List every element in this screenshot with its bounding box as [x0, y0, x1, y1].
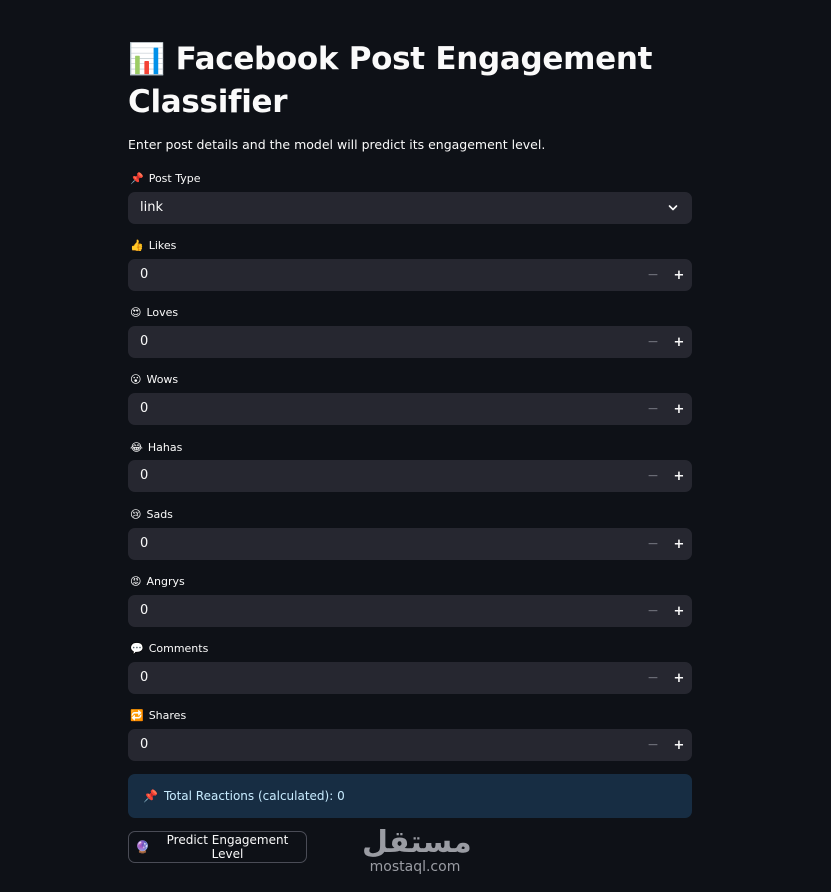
angrys-decrement-button[interactable]: −	[640, 595, 666, 627]
hahas-label-text: Hahas	[147, 441, 183, 454]
angry-face-icon: 😡	[130, 575, 142, 588]
bar-chart-icon: 📊	[128, 42, 166, 77]
post-type-label-text: Post Type	[148, 172, 201, 185]
hahas-label: 😂 Hahas	[130, 441, 182, 454]
loves-label: 😍 Loves	[130, 306, 178, 319]
shares-value: 0	[140, 737, 149, 752]
surprised-face-icon: 😮	[130, 373, 142, 386]
wows-decrement-button[interactable]: −	[640, 393, 666, 425]
likes-decrement-button[interactable]: −	[640, 259, 666, 291]
sad-face-icon: 😢	[130, 508, 142, 521]
comments-increment-button[interactable]: +	[666, 662, 692, 694]
watermark-latin-text: mostaql.com	[369, 859, 461, 875]
sads-input[interactable]: 0 − +	[128, 528, 692, 560]
heart-eyes-icon: 😍	[130, 306, 142, 319]
loves-input[interactable]: 0 − +	[128, 326, 692, 358]
pushpin-icon: 📌	[143, 789, 158, 803]
comments-input[interactable]: 0 − +	[128, 662, 692, 694]
angrys-label-text: Angrys	[146, 575, 185, 588]
repeat-arrows-icon: 🔁	[130, 709, 144, 722]
shares-decrement-button[interactable]: −	[640, 729, 666, 761]
hahas-decrement-button[interactable]: −	[640, 460, 666, 492]
likes-value: 0	[140, 267, 149, 282]
shares-label: 🔁 Shares	[130, 709, 186, 722]
hahas-increment-button[interactable]: +	[666, 460, 692, 492]
post-type-select[interactable]: link	[128, 192, 692, 224]
loves-value: 0	[140, 334, 149, 349]
loves-decrement-button[interactable]: −	[640, 326, 666, 358]
hahas-value: 0	[140, 468, 149, 483]
comments-label-text: Comments	[148, 642, 209, 655]
sads-value: 0	[140, 536, 149, 551]
angrys-label: 😡 Angrys	[130, 575, 185, 588]
comments-label: 💬 Comments	[130, 642, 208, 655]
hahas-input[interactable]: 0 − +	[128, 460, 692, 492]
comments-value: 0	[140, 670, 149, 685]
laughing-face-icon: 😂	[130, 441, 143, 454]
comments-decrement-button[interactable]: −	[640, 662, 666, 694]
post-type-value: link	[140, 200, 163, 215]
wows-label-text: Wows	[146, 373, 179, 386]
page-subtitle: Enter post details and the model will pr…	[128, 137, 546, 152]
sads-increment-button[interactable]: +	[666, 528, 692, 560]
predict-button-label: Predict Engagement Level	[166, 833, 289, 861]
wows-input[interactable]: 0 − +	[128, 393, 692, 425]
wows-value: 0	[140, 401, 149, 416]
loves-increment-button[interactable]: +	[666, 326, 692, 358]
pushpin-icon: 📌	[130, 172, 144, 185]
shares-increment-button[interactable]: +	[666, 729, 692, 761]
sads-label-text: Sads	[146, 508, 173, 521]
total-reactions-row: 📌 Total Reactions (calculated): 0	[143, 789, 345, 803]
angrys-increment-button[interactable]: +	[666, 595, 692, 627]
angrys-input[interactable]: 0 − +	[128, 595, 692, 627]
post-type-label: 📌 Post Type	[130, 172, 200, 185]
likes-input[interactable]: 0 − +	[128, 259, 692, 291]
watermark-arabic-text: مستقل	[362, 825, 472, 860]
angrys-value: 0	[140, 603, 149, 618]
predict-button[interactable]: 🔮 Predict Engagement Level	[128, 831, 307, 863]
shares-input[interactable]: 0 − +	[128, 729, 692, 761]
chevron-down-icon	[668, 205, 678, 211]
total-reactions-text: Total Reactions (calculated): 0	[163, 789, 345, 803]
wows-label: 😮 Wows	[130, 373, 178, 386]
shares-label-text: Shares	[148, 709, 187, 722]
sads-label: 😢 Sads	[130, 508, 173, 521]
page-title: 📊 Facebook Post Engagement Classifier	[128, 38, 692, 124]
crystal-ball-icon: 🔮	[135, 840, 150, 854]
page-title-text: Facebook Post Engagement Classifier	[128, 41, 653, 120]
sads-decrement-button[interactable]: −	[640, 528, 666, 560]
likes-increment-button[interactable]: +	[666, 259, 692, 291]
wows-increment-button[interactable]: +	[666, 393, 692, 425]
total-reactions-info: 📌 Total Reactions (calculated): 0	[128, 774, 692, 818]
watermark-logo: مستقل mostaql.com	[362, 825, 472, 875]
speech-bubble-icon: 💬	[130, 642, 144, 655]
likes-label-text: Likes	[148, 239, 177, 252]
thumbs-up-icon: 👍	[130, 239, 144, 252]
loves-label-text: Loves	[146, 306, 179, 319]
likes-label: 👍 Likes	[130, 239, 176, 252]
